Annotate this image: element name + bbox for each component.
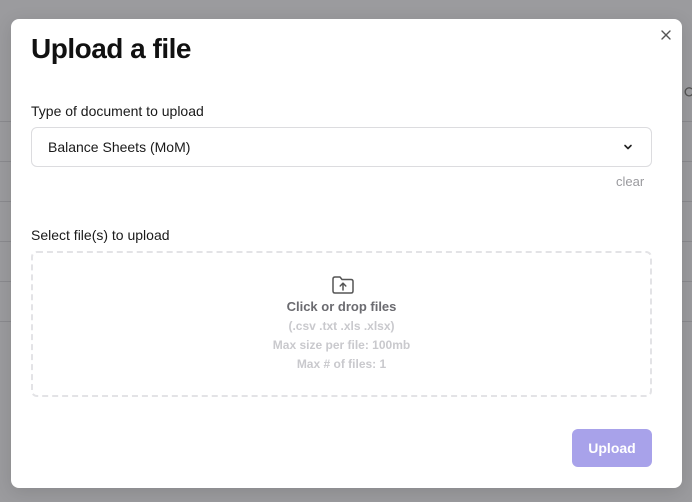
- close-button[interactable]: [658, 27, 674, 43]
- dropzone-max-size: Max size per file: 100mb: [272, 338, 411, 352]
- clear-selection-link[interactable]: clear: [616, 174, 644, 189]
- background-refresh-icon: [684, 86, 692, 100]
- chevron-down-icon: [623, 142, 633, 152]
- upload-button[interactable]: Upload: [572, 429, 652, 467]
- document-type-select[interactable]: Balance Sheets (MoM): [31, 127, 652, 167]
- upload-dialog: Upload a file Type of document to upload…: [11, 19, 682, 488]
- close-icon: [658, 27, 674, 43]
- folder-upload-icon: [331, 275, 355, 295]
- file-dropzone[interactable]: Click or drop files (.csv .txt .xls .xls…: [31, 251, 652, 397]
- dialog-title: Upload a file: [31, 33, 191, 64]
- document-type-selected-value: Balance Sheets (MoM): [48, 139, 191, 155]
- dropzone-max-count: Max # of files: 1: [296, 357, 387, 371]
- file-select-label: Select file(s) to upload: [31, 227, 170, 243]
- dropzone-prompt: Click or drop files: [286, 299, 397, 314]
- document-type-label: Type of document to upload: [31, 103, 204, 119]
- dropzone-formats: (.csv .txt .xls .xlsx): [288, 319, 395, 333]
